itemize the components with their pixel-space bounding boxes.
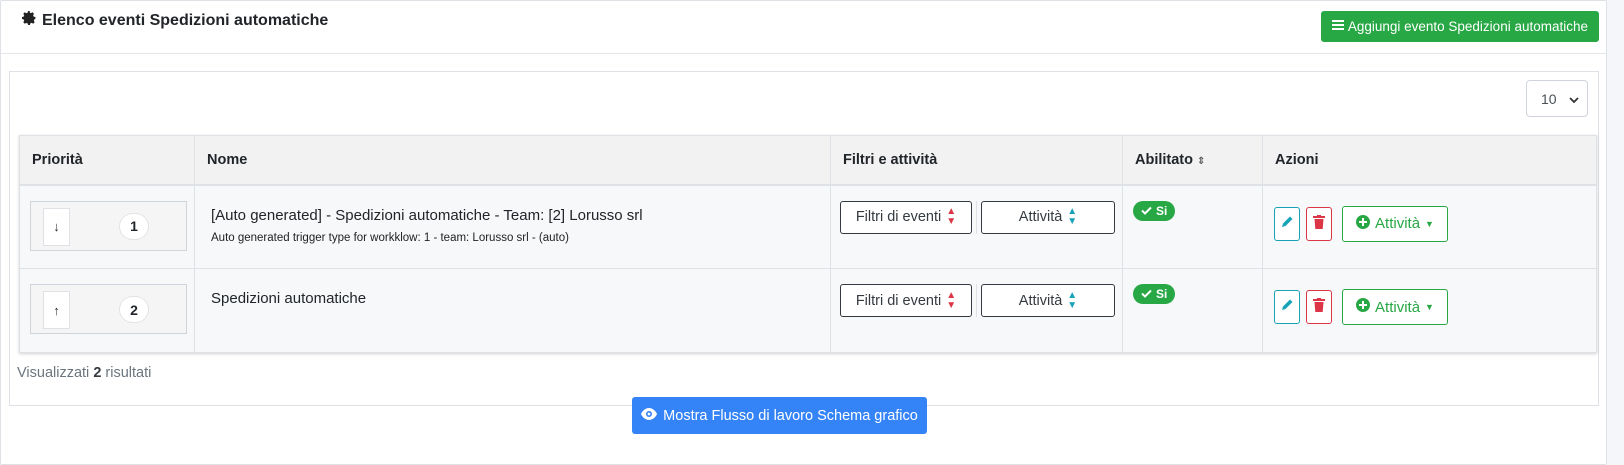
per-page-select[interactable]: 10	[1526, 80, 1588, 117]
priority-control: ↓ 1	[30, 200, 187, 251]
trash-icon	[1313, 298, 1325, 316]
page-title-text: Elenco eventi Spedizioni automatiche	[42, 11, 329, 29]
actions-cell: Attività ▼	[1262, 184, 1597, 269]
eye-icon	[641, 407, 658, 424]
column-actions: Azioni	[1262, 135, 1597, 186]
column-enabled[interactable]: Abilitato ⇕	[1122, 135, 1263, 186]
name-cell: [Auto generated] - Spedizioni automatich…	[194, 184, 831, 269]
check-icon	[1141, 287, 1152, 301]
event-filters-button[interactable]: Filtri di eventi ▲ ▼	[840, 284, 972, 317]
event-filters-button[interactable]: Filtri di eventi ▲ ▼	[840, 200, 972, 234]
edit-button[interactable]	[1274, 206, 1300, 241]
activities-button[interactable]: Attività ▲ ▼	[981, 284, 1115, 317]
card-header: Elenco eventi Spedizioni automatiche Agg…	[1, 1, 1606, 54]
arrow-down-icon: ↓	[53, 219, 60, 234]
delete-button[interactable]	[1306, 290, 1332, 324]
priority-control: ↑ 2	[30, 284, 187, 334]
chevron-down-icon	[1568, 91, 1579, 107]
trash-icon	[1313, 214, 1325, 233]
filters-cell: Filtri di eventi ▲ ▼ Attività ▲ ▼	[830, 184, 1123, 269]
table-container: 10 Priorità Nome Filtri e attività Abili…	[9, 71, 1599, 406]
event-name: [Auto generated] - Spedizioni automatich…	[211, 206, 643, 224]
caret-down-icon: ▼	[1425, 302, 1434, 312]
results-count: 2	[93, 365, 102, 381]
column-priority: Priorità	[19, 135, 195, 186]
column-filters: Filtri e attività	[830, 135, 1123, 186]
sort-icon: ⇕	[1197, 155, 1206, 167]
sort-icon: ▲ ▼	[1067, 206, 1078, 227]
gear-icon	[21, 10, 37, 31]
priority-value: 2	[119, 296, 149, 323]
edit-button[interactable]	[1274, 290, 1300, 324]
pencil-icon	[1280, 298, 1294, 316]
pencil-icon	[1280, 215, 1294, 233]
column-enabled-label: Abilitato	[1135, 151, 1193, 168]
move-down-button[interactable]: ↓	[43, 207, 70, 246]
sort-icon: ▲ ▼	[1067, 289, 1078, 311]
add-event-button[interactable]: Aggiungi evento Spedizioni automatiche	[1320, 11, 1599, 42]
priority-cell: ↑ 2	[19, 268, 195, 353]
table-row: ↓ 1 [Auto generated] - Spedizioni automa…	[19, 184, 1597, 269]
sort-icon: ▲ ▼	[946, 289, 957, 311]
add-activity-dropdown[interactable]: Attività ▼	[1342, 289, 1448, 325]
column-name: Nome	[194, 135, 831, 186]
event-filters-label: Filtri di eventi	[855, 209, 942, 225]
caret-down-icon: ▼	[1425, 218, 1434, 229]
move-up-button[interactable]: ↑	[43, 291, 70, 329]
table-header-row: Priorità Nome Filtri e attività Abilitat…	[19, 135, 1597, 186]
activities-label: Attività	[1018, 292, 1063, 309]
events-table: Priorità Nome Filtri e attività Abilitat…	[19, 135, 1597, 353]
results-suffix: risultati	[105, 365, 152, 381]
event-description: Auto generated trigger type for workklow…	[211, 231, 569, 244]
delete-button[interactable]	[1306, 206, 1332, 241]
show-workflow-label: Mostra Flusso di lavoro Schema grafico	[663, 407, 918, 424]
priority-value: 1	[119, 212, 149, 240]
plus-circle-icon	[1356, 214, 1371, 233]
activities-button[interactable]: Attività ▲ ▼	[981, 200, 1115, 234]
filters-cell: Filtri di eventi ▲ ▼ Attività ▲ ▼	[830, 268, 1123, 353]
sort-icon: ▲ ▼	[946, 206, 957, 227]
add-activity-label: Attività	[1375, 298, 1421, 316]
plus-circle-icon	[1356, 298, 1371, 316]
event-filters-label: Filtri di eventi	[855, 292, 942, 309]
enabled-label: Si	[1156, 203, 1168, 218]
divider	[976, 200, 977, 234]
page-title: Elenco eventi Spedizioni automatiche	[21, 10, 328, 31]
event-name: Spedizioni automatiche	[211, 290, 367, 307]
list-icon	[1331, 19, 1344, 34]
enabled-label: Si	[1156, 287, 1168, 301]
priority-cell: ↓ 1	[19, 184, 195, 269]
actions-cell: Attività ▼	[1262, 268, 1597, 353]
divider	[976, 284, 977, 317]
add-event-label: Aggiungi evento Spedizioni automatiche	[1347, 19, 1588, 34]
add-activity-dropdown[interactable]: Attività ▼	[1342, 205, 1448, 242]
enabled-badge: Si	[1133, 284, 1176, 304]
show-workflow-button[interactable]: Mostra Flusso di lavoro Schema grafico	[632, 397, 927, 434]
check-icon	[1141, 204, 1152, 218]
results-prefix: Visualizzati	[17, 365, 90, 381]
name-cell: Spedizioni automatiche	[194, 268, 831, 353]
events-card: Elenco eventi Spedizioni automatiche Agg…	[0, 0, 1607, 465]
results-summary: Visualizzati 2 risultati	[17, 365, 151, 381]
enabled-badge: Si	[1133, 200, 1176, 221]
enabled-cell: Si	[1122, 184, 1263, 269]
per-page-value: 10	[1541, 90, 1557, 107]
table-row: ↑ 2 Spedizioni automatiche Filtri di eve…	[19, 268, 1597, 353]
activities-label: Attività	[1018, 209, 1063, 225]
arrow-up-icon: ↑	[53, 302, 60, 318]
add-activity-label: Attività	[1375, 215, 1421, 232]
enabled-cell: Si	[1122, 268, 1263, 353]
